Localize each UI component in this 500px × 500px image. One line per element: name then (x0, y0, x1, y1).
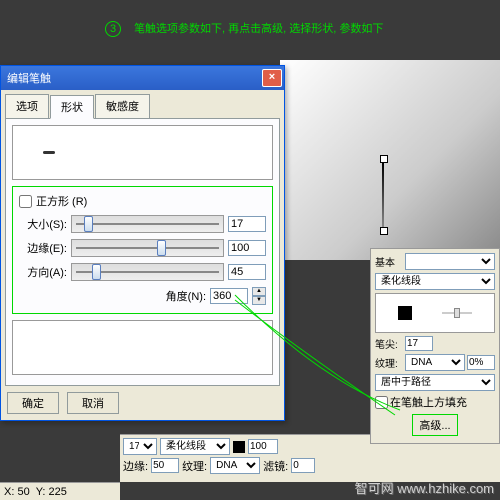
tab-shape[interactable]: 形状 (50, 95, 94, 119)
stroke-type-select[interactable]: 柔化线段 (375, 273, 495, 290)
dir-slider[interactable] (71, 263, 224, 281)
edge-label: 边缘(E): (19, 240, 67, 256)
base-label: 基本 (375, 254, 403, 269)
angle-spinner[interactable]: ▲▼ (252, 287, 266, 305)
fill-checkbox[interactable] (375, 396, 388, 409)
texture-label: 纹理: (375, 355, 403, 370)
bottom-edge-input[interactable] (151, 458, 179, 473)
bottom-size-select[interactable]: 17 (123, 438, 157, 455)
status-x: X: 50 (4, 486, 30, 498)
annotation: 3 笔触选项参数如下, 再点击高级, 选择形状, 参数如下 (105, 20, 383, 37)
tabs: 选项 形状 敏感度 (1, 90, 284, 118)
tip-input[interactable] (405, 336, 433, 351)
edge-input[interactable] (228, 240, 266, 256)
status-y: Y: 225 (36, 486, 67, 498)
tip-preview (375, 293, 495, 333)
secondary-preview (12, 320, 273, 375)
bottom-edge-label: 边缘: (123, 458, 148, 474)
annotation-text: 笔触选项参数如下, 再点击高级, 选择形状, 参数如下 (134, 23, 383, 35)
ok-button[interactable]: 确定 (7, 392, 59, 414)
color-swatch-icon[interactable] (233, 441, 245, 453)
dir-input[interactable] (228, 264, 266, 280)
status-bar: X: 50 Y: 225 (0, 482, 120, 500)
edge-slider[interactable] (71, 239, 224, 257)
bottom-pct[interactable] (248, 439, 278, 454)
bottom-texture-select[interactable]: DNA (210, 457, 260, 474)
texture-select[interactable]: DNA (405, 354, 465, 371)
titlebar[interactable]: 编辑笔触 × (1, 66, 284, 90)
size-label: 大小(S): (19, 216, 67, 232)
size-input[interactable] (228, 216, 266, 232)
cancel-button[interactable]: 取消 (67, 392, 119, 414)
bottom-filter-input[interactable] (291, 458, 315, 473)
edit-brush-dialog: 编辑笔触 × 选项 形状 敏感度 正方形 (R) 大小(S): 边缘(E): (0, 65, 285, 421)
angle-label: 角度(N): (166, 288, 206, 304)
tab-options[interactable]: 选项 (5, 94, 49, 118)
stroke-panel: 基本 柔化线段 笔尖: 纹理:DNA 居中于路径 在笔触上方填充 高级... (370, 248, 500, 444)
tab-sensitivity[interactable]: 敏感度 (95, 94, 150, 118)
shape-group: 正方形 (R) 大小(S): 边缘(E): 方向(A): 角度(N): ▲▼ (12, 186, 273, 314)
step-number: 3 (105, 21, 121, 37)
center-select[interactable]: 居中于路径 (375, 374, 495, 391)
square-checkbox[interactable] (19, 195, 32, 208)
bottom-filter-label: 滤镜: (263, 458, 288, 474)
bottom-stroke-select[interactable]: 柔化线段 (160, 438, 230, 455)
tip-label: 笔尖: (375, 336, 403, 351)
brush-preview (12, 125, 273, 180)
angle-input[interactable] (210, 288, 248, 304)
size-slider[interactable] (71, 215, 224, 233)
close-icon[interactable]: × (262, 69, 282, 87)
fill-label: 在笔触上方填充 (390, 394, 467, 410)
dialog-title: 编辑笔触 (7, 70, 262, 86)
square-label: 正方形 (R) (36, 193, 87, 209)
base-select[interactable] (405, 253, 495, 270)
advanced-button[interactable]: 高级... (412, 414, 457, 436)
texture-pct[interactable] (467, 355, 495, 370)
bottom-texture-label: 纹理: (182, 458, 207, 474)
watermark: 智可网 www.hzhike.com (355, 478, 494, 497)
dir-label: 方向(A): (19, 264, 67, 280)
